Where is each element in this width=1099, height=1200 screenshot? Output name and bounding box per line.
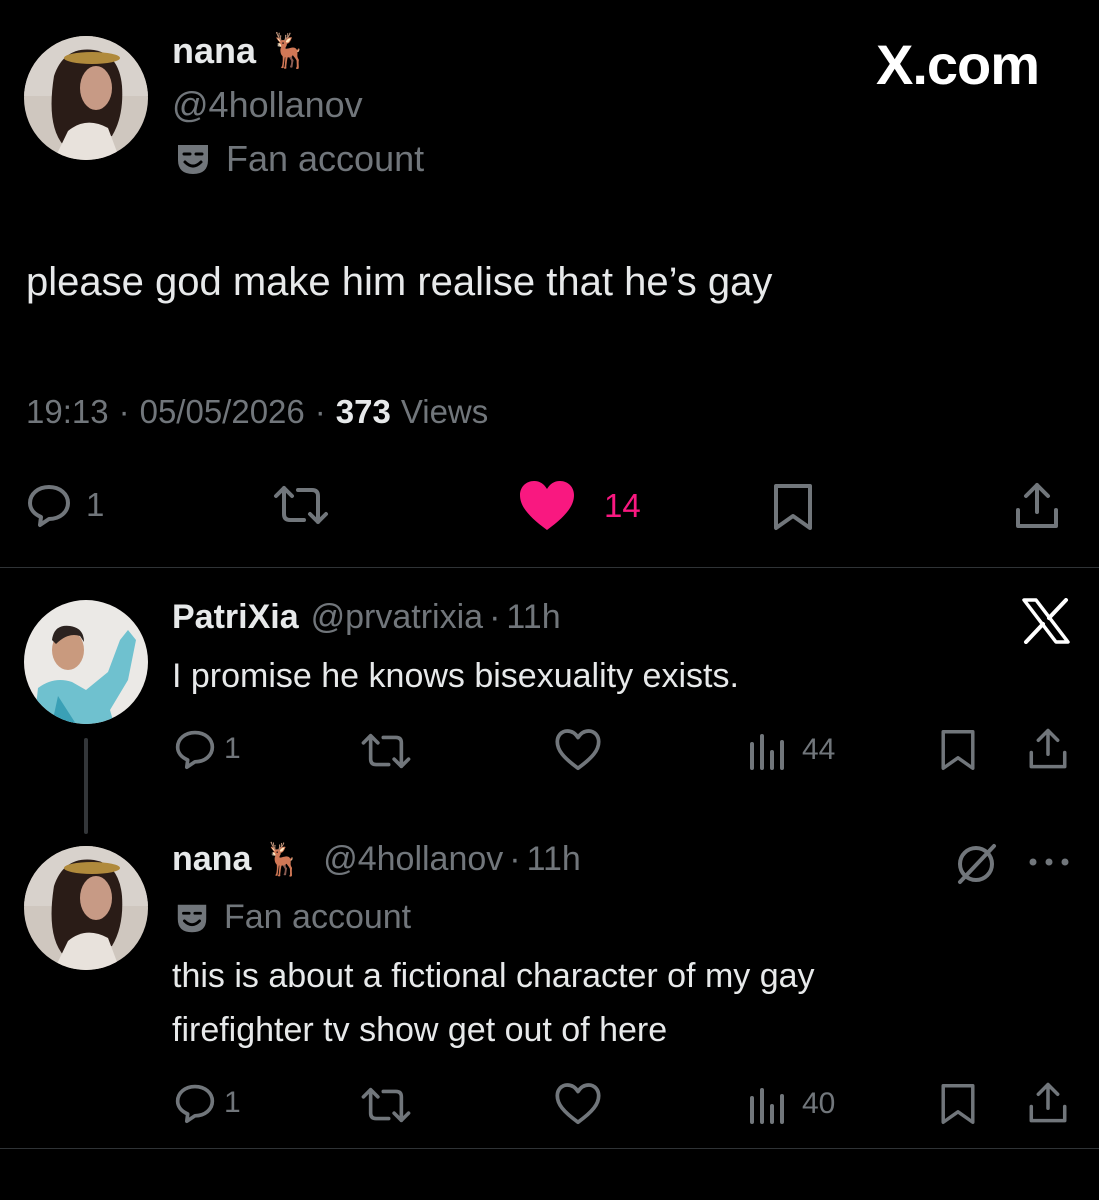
views-icon [748, 1084, 788, 1124]
retweet-button[interactable] [358, 1084, 414, 1126]
reply-count: 1 [86, 486, 105, 523]
reply-text: I promise he knows bisexuality exists. [172, 657, 739, 695]
heart-outline-icon [554, 1082, 602, 1126]
views-label: Views [400, 393, 489, 430]
retweet-button[interactable] [270, 482, 332, 528]
reply-separator: · [509, 840, 521, 878]
share-icon [1026, 726, 1070, 772]
views-count: 44 [802, 733, 836, 766]
share-icon [1026, 1080, 1070, 1126]
reply-count: 1 [224, 732, 241, 765]
deer-emoji: 🦌 [268, 32, 311, 70]
reply-button[interactable]: 1 [26, 482, 104, 528]
reply-icon [26, 482, 72, 528]
bookmark-button[interactable] [938, 1082, 978, 1126]
deer-emoji: 🦌 [263, 841, 304, 877]
reply-time[interactable]: 11h [506, 598, 560, 637]
like-button[interactable] [554, 728, 602, 772]
reply-author-name[interactable]: PatriXia [172, 598, 299, 637]
views-count: 373 [335, 393, 391, 430]
bookmark-button[interactable] [770, 482, 816, 532]
reply-button[interactable]: 1 [174, 1082, 241, 1124]
bookmark-icon [770, 482, 816, 532]
views-count: 40 [802, 1087, 836, 1120]
reply-text-line-2: firefighter tv show get out of here [172, 1011, 668, 1049]
reply-text-line-1: this is about a fictional character of m… [172, 957, 815, 995]
fan-account-label: Fan account [224, 898, 412, 936]
like-button[interactable]: 14 [518, 480, 641, 532]
heart-filled-icon [518, 480, 576, 532]
share-button[interactable] [1026, 726, 1070, 772]
thread-connector [84, 738, 88, 834]
grok-icon[interactable] [954, 842, 998, 886]
theater-mask-icon [174, 900, 210, 936]
avatar-nana[interactable] [24, 36, 148, 160]
reply-icon [174, 728, 216, 770]
retweet-icon [358, 1084, 414, 1126]
retweet-icon [270, 482, 332, 528]
avatar-patrixia[interactable] [24, 600, 148, 724]
reply-separator: · [489, 598, 501, 636]
retweet-button[interactable] [358, 730, 414, 772]
share-button[interactable] [1026, 1080, 1070, 1126]
like-count: 14 [604, 487, 641, 524]
divider [0, 567, 1099, 568]
bookmark-button[interactable] [938, 728, 978, 772]
more-dots-icon[interactable] [1028, 856, 1070, 868]
views-button[interactable]: 44 [748, 730, 835, 770]
tweet-time[interactable]: 19:13 [26, 393, 109, 431]
theater-mask-icon [174, 140, 212, 178]
meta-separator: · [314, 393, 326, 430]
share-button[interactable] [1012, 480, 1062, 532]
tweet-date[interactable]: 05/05/2026 [140, 393, 305, 431]
views-button[interactable]: 40 [748, 1084, 835, 1124]
reply-time[interactable]: 11h [527, 840, 581, 879]
author-name[interactable]: nana [172, 30, 256, 72]
avatar-nana[interactable] [24, 846, 148, 970]
author-handle[interactable]: @4hollanov [172, 84, 363, 126]
bookmark-icon [938, 1082, 978, 1126]
tweet-text: please god make him realise that he’s ga… [26, 260, 773, 304]
reply-author-handle[interactable]: @4hollanov [323, 840, 503, 879]
bookmark-icon [938, 728, 978, 772]
divider [0, 1148, 1099, 1149]
views-icon [748, 730, 788, 770]
reply-author-name[interactable]: nana [172, 840, 251, 879]
heart-outline-icon [554, 728, 602, 772]
fan-account-label: Fan account [226, 138, 425, 179]
share-icon [1012, 480, 1062, 532]
xcom-watermark: X.com [876, 33, 1040, 96]
reply-button[interactable]: 1 [174, 728, 241, 770]
x-logo-icon [1022, 598, 1070, 644]
meta-separator: · [118, 393, 130, 430]
reply-count: 1 [224, 1086, 241, 1119]
reply-icon [174, 1082, 216, 1124]
like-button[interactable] [554, 1082, 602, 1126]
retweet-icon [358, 730, 414, 772]
reply-author-handle[interactable]: @prvatrixia [311, 598, 483, 637]
